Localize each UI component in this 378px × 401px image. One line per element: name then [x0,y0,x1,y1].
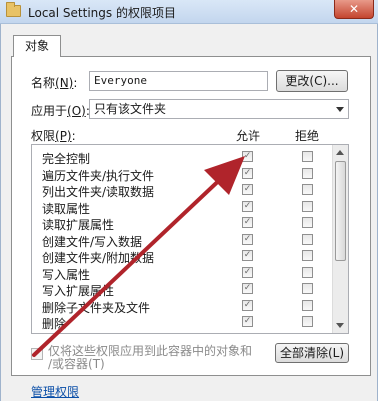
permission-name: 列出文件夹/读取数据 [42,185,155,199]
chevron-down-icon [336,107,344,112]
allow-checkbox[interactable]: ✓ [242,167,253,179]
permissions-label: 权限(P): [31,127,76,144]
scroll-thumb[interactable] [335,161,346,261]
permissions-list[interactable]: 完全控制 ✓ 遍历文件夹/执行文件 ✓ 列出文件夹/读取数据 ✓ 读取属性 ✓ 读取扩展属性 ✓ 创… [31,144,349,334]
permissions-label-sep: : [71,129,76,143]
apply-to-label-hotkey: (O) [67,104,86,118]
deny-checkbox[interactable] [302,200,313,212]
deny-checkbox[interactable] [302,283,313,294]
inherit-checkbox-label: 仅将这些权限应用到此容器中的对象和 /或容器(T) [48,345,252,371]
permission-name: 读取属性 [42,201,91,216]
inherit-checkbox[interactable] [31,348,43,360]
allow-checkbox[interactable]: ✓ [242,233,253,245]
list-item[interactable]: 创建文件夹/附加数据 ✓ [32,248,332,265]
deny-checkbox[interactable] [302,184,313,195]
permission-name: 删除 [42,317,67,331]
close-button[interactable]: ✕ [334,0,374,19]
folder-icon [6,2,21,17]
list-item[interactable]: 读取扩展属性 ✓ [32,215,332,232]
scroll-up-arrow-icon[interactable] [336,150,344,155]
allow-checkbox[interactable]: ✓ [242,266,253,278]
permission-name: 写入属性 [42,267,91,282]
name-label-hotkey: (N) [55,76,74,90]
inherit-label-line2: /或容器(T) [48,357,105,371]
permission-name: 遍历文件夹/执行文件 [42,168,155,183]
manage-permissions-link[interactable]: 管理权限 [31,383,79,400]
allow-checkbox[interactable]: ✓ [242,151,253,162]
deny-checkbox[interactable] [302,316,313,327]
permission-name: 完全控制 [42,152,91,166]
list-item[interactable]: 遍历文件夹/执行文件 ✓ [32,166,332,183]
deny-column-header: 拒绝 [295,129,320,143]
list-item[interactable]: 写入扩展属性 ✓ [32,281,332,298]
allow-column-header: 允许 [236,129,261,143]
permission-name: 读取扩展属性 [42,218,115,232]
allow-checkbox[interactable]: ✓ [242,217,253,228]
list-scrollbar[interactable] [332,145,348,333]
deny-checkbox[interactable] [302,299,313,311]
allow-checkbox[interactable]: ✓ [242,250,253,261]
name-label-sep: : [73,76,78,90]
scroll-down-arrow-icon[interactable] [336,323,344,328]
list-item[interactable]: 删除子文件夹及文件 ✓ [32,298,332,315]
apply-to-selected-value: 只有该文件夹 [94,102,167,116]
tab-object[interactable]: 对象 [13,35,61,57]
apply-to-label: 应用于(O): [31,102,90,119]
list-item[interactable]: 写入属性 ✓ [32,265,332,282]
allow-checkbox[interactable]: ✓ [242,299,253,311]
clear-all-button[interactable]: 全部清除(L) [275,343,349,363]
permissions-label-text: 权限 [31,129,56,143]
apply-to-label-text: 应用于 [31,104,68,118]
list-item[interactable]: 完全控制 ✓ [32,149,332,166]
deny-checkbox[interactable] [302,151,313,162]
allow-checkbox[interactable]: ✓ [242,316,253,327]
allow-checkbox[interactable]: ✓ [242,283,253,294]
name-label: 名称(N): [31,74,77,91]
deny-checkbox[interactable] [302,217,313,228]
deny-checkbox[interactable] [302,233,313,245]
allow-checkbox[interactable]: ✓ [242,200,253,212]
window-title: Local Settings 的权限项目 [28,6,176,20]
permissions-label-hotkey: (P) [55,129,72,143]
permission-name: 写入扩展属性 [42,284,115,298]
name-label-text: 名称 [31,76,56,90]
apply-to-select[interactable]: 只有该文件夹 [89,99,349,119]
deny-checkbox[interactable] [302,167,313,179]
name-field[interactable]: Everyone [89,71,268,91]
permission-name: 删除子文件夹及文件 [42,300,151,315]
change-button[interactable]: 更改(C)... [276,70,348,92]
permission-name: 创建文件/写入数据 [42,234,143,249]
list-item[interactable]: 读取属性 ✓ [32,199,332,216]
list-item[interactable]: 删除 ✓ [32,314,332,331]
title-bar: Local Settings 的权限项目 ✕ [0,0,378,24]
list-item[interactable]: 创建文件/写入数据 ✓ [32,232,332,249]
list-item[interactable]: 列出文件夹/读取数据 ✓ [32,182,332,199]
deny-checkbox[interactable] [302,250,313,261]
permission-name: 创建文件夹/附加数据 [42,251,155,265]
allow-checkbox[interactable]: ✓ [242,184,253,195]
deny-checkbox[interactable] [302,266,313,278]
